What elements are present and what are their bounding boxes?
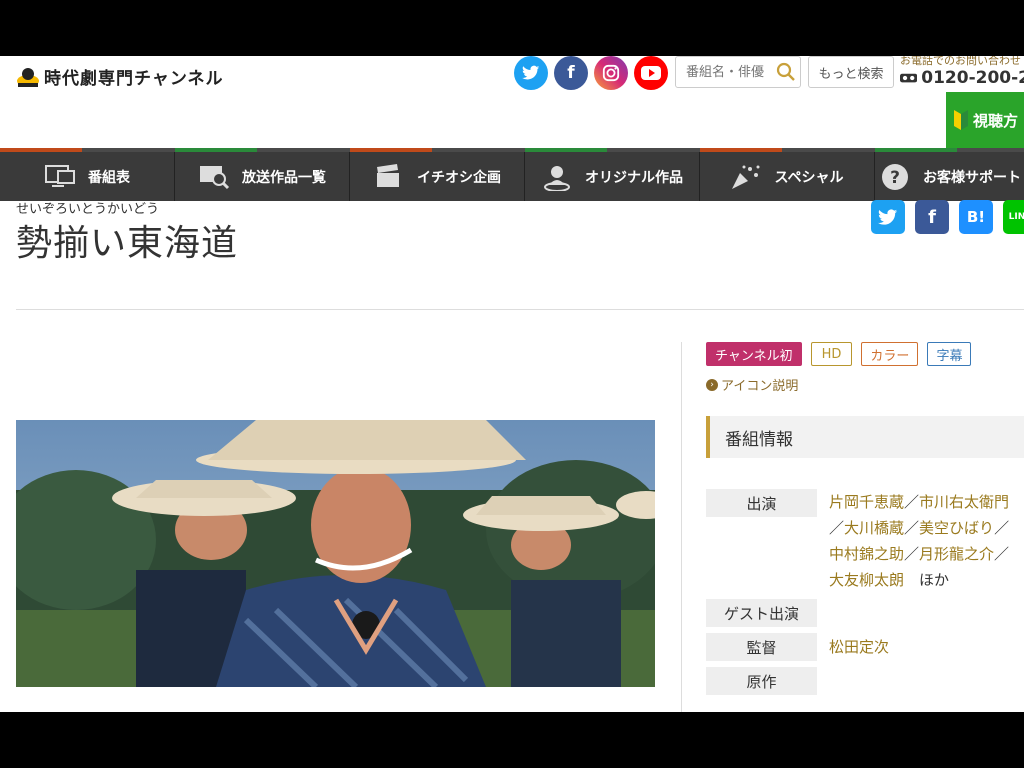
- cast-link[interactable]: 大川橋蔵: [844, 519, 904, 537]
- share-line-icon[interactable]: LINE: [1003, 200, 1024, 234]
- nav-label: 番組表: [88, 169, 130, 186]
- share-hatena-icon[interactable]: B!: [959, 200, 993, 234]
- page-title: 勢揃い東海道: [16, 223, 239, 264]
- facebook-icon[interactable]: f: [554, 56, 588, 90]
- badge-hd: HD: [810, 342, 853, 366]
- nav-accent: [0, 148, 82, 152]
- director-link[interactable]: 松田定次: [829, 638, 889, 656]
- nav-label: イチオシ企画: [417, 169, 501, 186]
- social-links: f: [514, 56, 668, 90]
- twitter-icon[interactable]: [514, 56, 548, 90]
- how-to-watch-button[interactable]: 視聴方: [946, 92, 1024, 148]
- share-facebook-icon[interactable]: f: [915, 200, 949, 234]
- info-row-cast: 出演 片岡千恵蔵／市川右太衛門／大川橋蔵／美空ひばり／中村錦之助／月形龍之介／大…: [706, 489, 1024, 593]
- nav-label: スペシャル: [774, 169, 844, 186]
- info-label: 原作: [706, 667, 817, 695]
- nav-label: 放送作品一覧: [242, 169, 326, 186]
- program-scene-image: [16, 420, 655, 687]
- search-screen-icon: [200, 165, 230, 189]
- how-to-watch-label: 視聴方: [973, 111, 1019, 130]
- cast-list: 片岡千恵蔵／市川右太衛門／大川橋蔵／美空ひばり／中村錦之助／月形龍之介／大友柳太…: [829, 493, 1010, 589]
- cast-link[interactable]: 中村錦之助: [829, 545, 904, 563]
- badge-list: チャンネル初 HD カラー 字幕: [706, 342, 972, 366]
- title-divider: [16, 309, 1024, 310]
- clapperboard-icon: [377, 163, 399, 187]
- phone-label: お電話でのお問い合わせ: [900, 56, 1021, 67]
- program-info-table: 出演 片岡千恵蔵／市川右太衛門／大川橋蔵／美空ひばり／中村錦之助／月形龍之介／大…: [706, 489, 1024, 701]
- nav-accent: [700, 148, 782, 152]
- search-input[interactable]: [684, 63, 776, 81]
- nav-accent: [350, 148, 432, 152]
- info-row-original: 原作: [706, 667, 1024, 695]
- search-box: [675, 56, 801, 88]
- cast-link[interactable]: 市川右太衛門: [919, 493, 1009, 511]
- icon-explanation-label: アイコン説明: [721, 379, 799, 394]
- main-nav: 番組表 放送作品一覧 イチオシ企画 オリジナル作品 スペシャル ? お客様サポー…: [0, 148, 1024, 201]
- logo-icon: [17, 67, 39, 87]
- svg-text:?: ?: [890, 168, 900, 188]
- info-label: ゲスト出演: [706, 599, 817, 627]
- cast-link[interactable]: 片岡千恵蔵: [829, 493, 904, 511]
- phone-number: 0120-200-2: [921, 68, 1024, 88]
- nav-accent: [525, 148, 607, 152]
- cast-suffix: ほか: [919, 571, 950, 589]
- nav-label: オリジナル作品: [585, 169, 683, 186]
- badge-color: カラー: [861, 342, 919, 366]
- cast-link[interactable]: 美空ひばり: [919, 519, 994, 537]
- info-label: 出演: [706, 489, 817, 517]
- column-divider: [681, 342, 682, 712]
- info-row-director: 監督 松田定次: [706, 633, 1024, 661]
- section-heading: 番組情報: [706, 416, 1024, 458]
- phone-contact: お電話でのお問い合わせ 0120-200-2: [900, 56, 1024, 88]
- instagram-icon[interactable]: [594, 56, 628, 90]
- youtube-icon[interactable]: [634, 56, 668, 90]
- info-row-guest: ゲスト出演: [706, 599, 1024, 627]
- more-search-button[interactable]: もっと検索: [808, 56, 894, 88]
- chevron-right-icon: ›: [706, 378, 718, 391]
- person-icon: [544, 165, 570, 191]
- share-twitter-icon[interactable]: [871, 200, 905, 234]
- icon-explanation-link[interactable]: › アイコン説明: [706, 375, 798, 394]
- channel-logo[interactable]: 時代劇専門チャンネル: [16, 64, 224, 89]
- cast-link[interactable]: 月形龍之介: [919, 545, 994, 563]
- share-buttons: f B! LINE: [871, 200, 1024, 234]
- badge-subtitle: 字幕: [927, 342, 972, 366]
- search-icon[interactable]: [776, 62, 796, 82]
- phone-number-row: 0120-200-2: [900, 68, 1024, 88]
- freedial-icon: [900, 73, 918, 83]
- nav-label: お客様サポート: [923, 169, 1021, 186]
- info-label: 監督: [706, 633, 817, 661]
- badge-channel-first: チャンネル初: [706, 342, 802, 366]
- beginner-mark-icon: [954, 110, 968, 130]
- page: 時代劇専門チャンネル f もっと検索 お電話でのお問い合わせ 0120-200-…: [0, 56, 1024, 712]
- nav-featured[interactable]: イチオシ企画: [350, 148, 525, 201]
- nav-special[interactable]: スペシャル: [700, 148, 875, 201]
- nav-original[interactable]: オリジナル作品: [525, 148, 700, 201]
- monitor-icon: [45, 164, 75, 187]
- program-image: [16, 420, 655, 687]
- logo-text: 時代劇専門チャンネル: [44, 69, 224, 89]
- nav-accent: [875, 148, 957, 152]
- question-icon: ?: [882, 163, 908, 190]
- nav-support[interactable]: ? お客様サポート: [875, 148, 1024, 201]
- cracker-icon: [732, 165, 760, 189]
- nav-schedule[interactable]: 番組表: [0, 148, 175, 201]
- nav-accent: [175, 148, 257, 152]
- cast-link[interactable]: 大友柳太朗: [829, 571, 904, 589]
- nav-program-list[interactable]: 放送作品一覧: [175, 148, 350, 201]
- director-value: 松田定次: [829, 633, 1011, 661]
